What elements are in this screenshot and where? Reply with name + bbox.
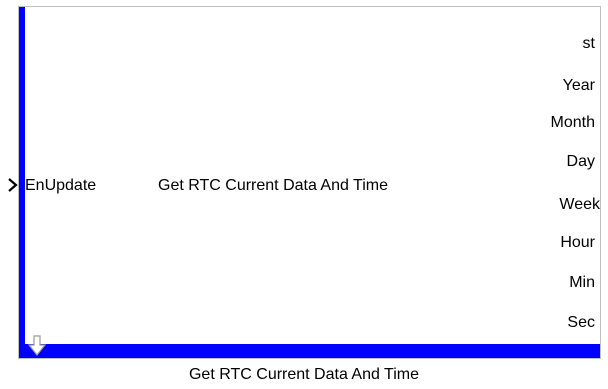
output-port-week[interactable]: Week <box>559 196 600 214</box>
input-port-enupdate[interactable]: EnUpdate <box>25 177 96 195</box>
block-bottom-bar <box>19 344 600 358</box>
output-port-sec[interactable]: Sec <box>567 314 595 332</box>
function-name-label: Get RTC Current Data And Time <box>158 177 389 194</box>
down-arrow-icon[interactable] <box>27 335 47 357</box>
output-port-hour[interactable]: Hour <box>560 234 595 252</box>
output-port-st[interactable]: st <box>583 35 595 53</box>
output-port-month[interactable]: Month <box>551 114 595 132</box>
output-port-day[interactable]: Day <box>567 153 595 171</box>
output-port-min[interactable]: Min <box>569 274 595 292</box>
output-port-year[interactable]: Year <box>563 77 595 95</box>
chevron-right-icon[interactable] <box>6 176 20 194</box>
block-caption: Get RTC Current Data And Time <box>188 366 419 383</box>
